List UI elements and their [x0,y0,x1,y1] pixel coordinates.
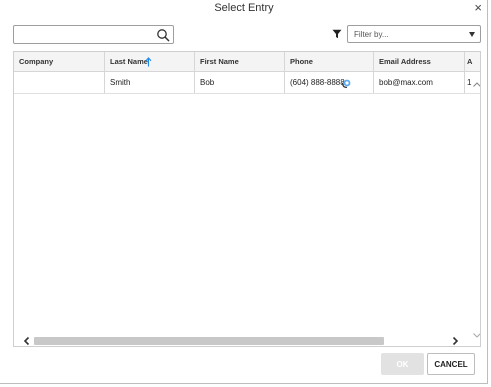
chevron-down-icon [469,32,475,37]
cell-phone: (604) 888-8888 [285,72,374,93]
dialog-title: Select Entry [214,2,274,14]
column-header-last-name-label: Last Name [110,57,148,66]
column-header-phone[interactable]: Phone [285,52,374,71]
ok-button[interactable]: OK [381,353,424,375]
scrollbar-thumb[interactable] [34,337,384,345]
cell-last-name: Smith [105,72,195,93]
sort-ascending-icon [145,57,152,67]
grid-header: Company Last Name First Name Phone Email… [14,52,480,72]
close-button[interactable]: × [474,0,482,16]
column-header-first-name[interactable]: First Name [195,52,285,71]
filter-icon[interactable] [332,29,342,39]
column-header-last-name[interactable]: Last Name [105,52,195,71]
search-icon[interactable] [156,28,170,42]
cell-first-name: Bob [195,72,285,93]
filter-placeholder: Filter by... [354,30,389,39]
scroll-right-icon[interactable] [450,336,460,346]
column-header-partial[interactable]: A [465,52,480,71]
scroll-up-icon[interactable] [472,80,481,90]
phone-call-icon[interactable] [341,79,351,89]
cell-phone-text: (604) 888-8888 [290,78,345,87]
cell-company [14,72,105,93]
search-box [13,25,174,44]
select-entry-dialog: Select Entry × Filter by... Company Last… [0,0,488,384]
filter-dropdown[interactable]: Filter by... [347,25,481,43]
entries-grid: Company Last Name First Name Phone Email… [13,51,481,347]
scroll-left-icon[interactable] [22,336,32,346]
search-input[interactable] [14,26,154,43]
horizontal-scrollbar[interactable] [13,335,481,347]
table-row[interactable]: Smith Bob (604) 888-8888 bob@max.com 1 [14,72,480,94]
cancel-button[interactable]: CANCEL [427,353,475,375]
cell-email: bob@max.com [374,72,465,93]
column-header-company[interactable]: Company [14,52,105,71]
column-header-email[interactable]: Email Address [374,52,465,71]
title-bar: Select Entry × [0,0,488,18]
